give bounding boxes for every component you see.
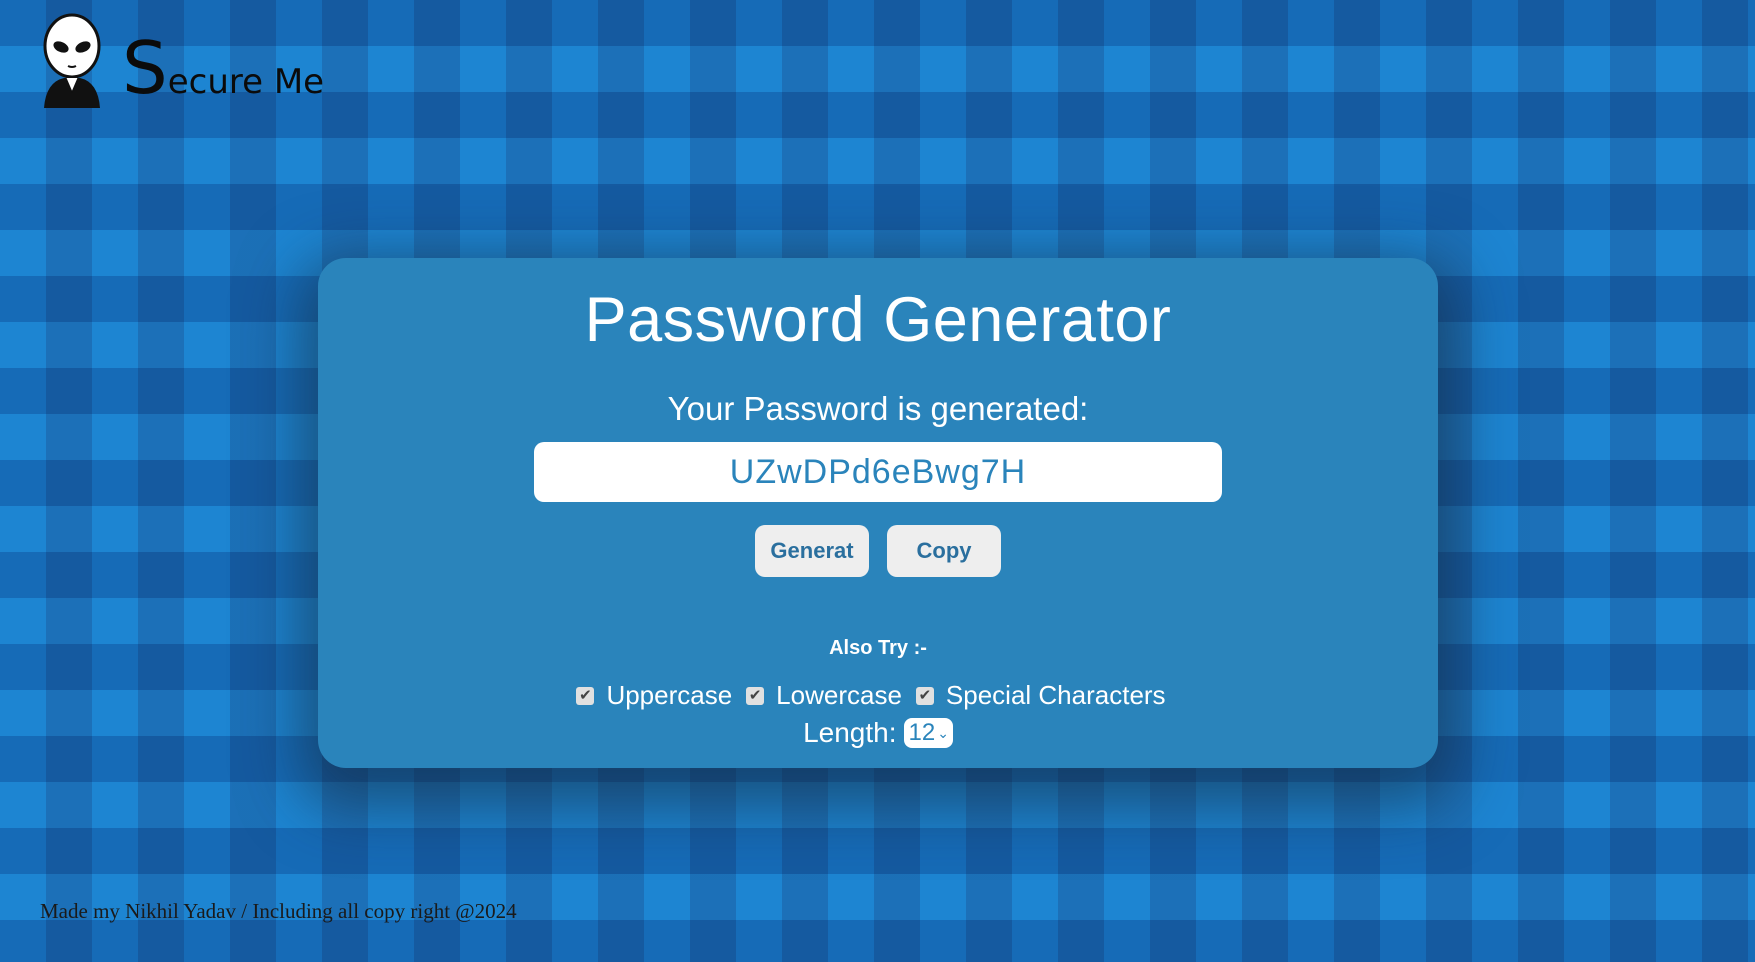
uppercase-label: Uppercase [606,680,733,710]
brand-logo: Secure Me [40,12,324,108]
length-select[interactable]: 12 ⌄ [904,718,953,748]
password-card: Password Generator Your Password is gene… [318,258,1438,768]
options-row: ✔ Uppercase ✔ Lowercase ✔ Special Charac… [318,680,1438,711]
brand-initial: S [122,26,168,110]
special-label: Special Characters [945,680,1166,710]
chevron-down-icon: ⌄ [937,724,949,741]
uppercase-checkbox[interactable]: ✔ [576,686,595,705]
brand-name: Secure Me [122,32,324,104]
also-try-label: Also Try :- [829,637,927,659]
lowercase-checkbox[interactable]: ✔ [746,686,765,705]
alien-icon [43,13,101,108]
lowercase-label: Lowercase [776,680,902,710]
special-checkbox[interactable]: ✔ [915,686,934,705]
page-title: Password Generator [584,285,1172,355]
password-output[interactable]: UZwDPd6eBwg7H [534,442,1222,502]
option-uppercase[interactable]: ✔ Uppercase [576,680,732,711]
generate-button[interactable]: Generat [755,525,869,577]
footer-text: Made my Nikhil Yadav / Including all cop… [40,899,517,923]
password-subtitle: Your Password is generated: [667,390,1089,427]
action-buttons: Generat Copy [318,525,1438,577]
brand-rest: ecure Me [167,62,325,102]
copy-button[interactable]: Copy [887,525,1001,577]
length-label: Length: [803,717,897,748]
option-lowercase[interactable]: ✔ Lowercase [746,680,902,711]
length-value: 12 [908,719,936,746]
length-row: Length: 12 ⌄ [318,717,1438,749]
option-special[interactable]: ✔ Special Characters [915,680,1166,711]
